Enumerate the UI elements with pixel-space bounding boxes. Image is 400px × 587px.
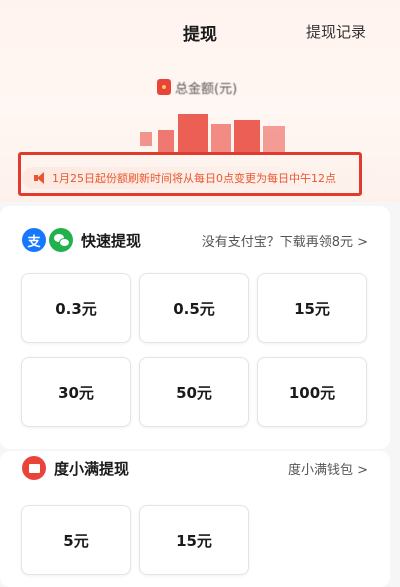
notice-highlight-outline (18, 152, 362, 196)
quick-withdraw-card: 支 快速提现 没有支付宝？下载再领8元 > 0.3元 0.5元 15元 30元 … (0, 206, 390, 449)
withdraw-record-link[interactable]: 提现记录 (306, 21, 366, 42)
wechat-icon (49, 228, 73, 252)
withdraw-option[interactable]: 15元 (139, 505, 249, 575)
duxiaoman-withdraw-title: 度小满提现 (54, 459, 130, 478)
top-bar: 提现 提现记录 (0, 0, 400, 62)
withdraw-option[interactable]: 100元 (257, 357, 367, 427)
withdraw-option[interactable]: 5元 (21, 505, 131, 575)
duxiaoman-wallet-link[interactable]: 度小满钱包 > (288, 459, 368, 478)
download-alipay-link[interactable]: 没有支付宝？下载再领8元 > (202, 231, 368, 250)
balance-amount-obscured (140, 108, 285, 154)
withdraw-option[interactable]: 30元 (21, 357, 131, 427)
alipay-icon: 支 (22, 228, 46, 252)
withdraw-option[interactable]: 15元 (257, 273, 367, 343)
withdraw-option[interactable]: 0.5元 (139, 273, 249, 343)
withdraw-option[interactable]: 0.3元 (21, 273, 131, 343)
balance-label: 总金额(元) (157, 78, 238, 97)
duxiaoman-withdraw-card: 度小满提现 度小满钱包 > 5元 15元 (0, 451, 390, 587)
balance-label-text: 总金额(元) (175, 81, 238, 97)
quick-withdraw-title: 快速提现 (81, 231, 142, 250)
withdraw-option[interactable]: 50元 (139, 357, 249, 427)
duxiaoman-withdraw-header: 度小满提现 (22, 455, 129, 481)
quick-withdraw-header: 支 快速提现 (22, 227, 141, 253)
duxiaoman-icon (22, 456, 46, 480)
redpacket-icon (157, 79, 171, 95)
